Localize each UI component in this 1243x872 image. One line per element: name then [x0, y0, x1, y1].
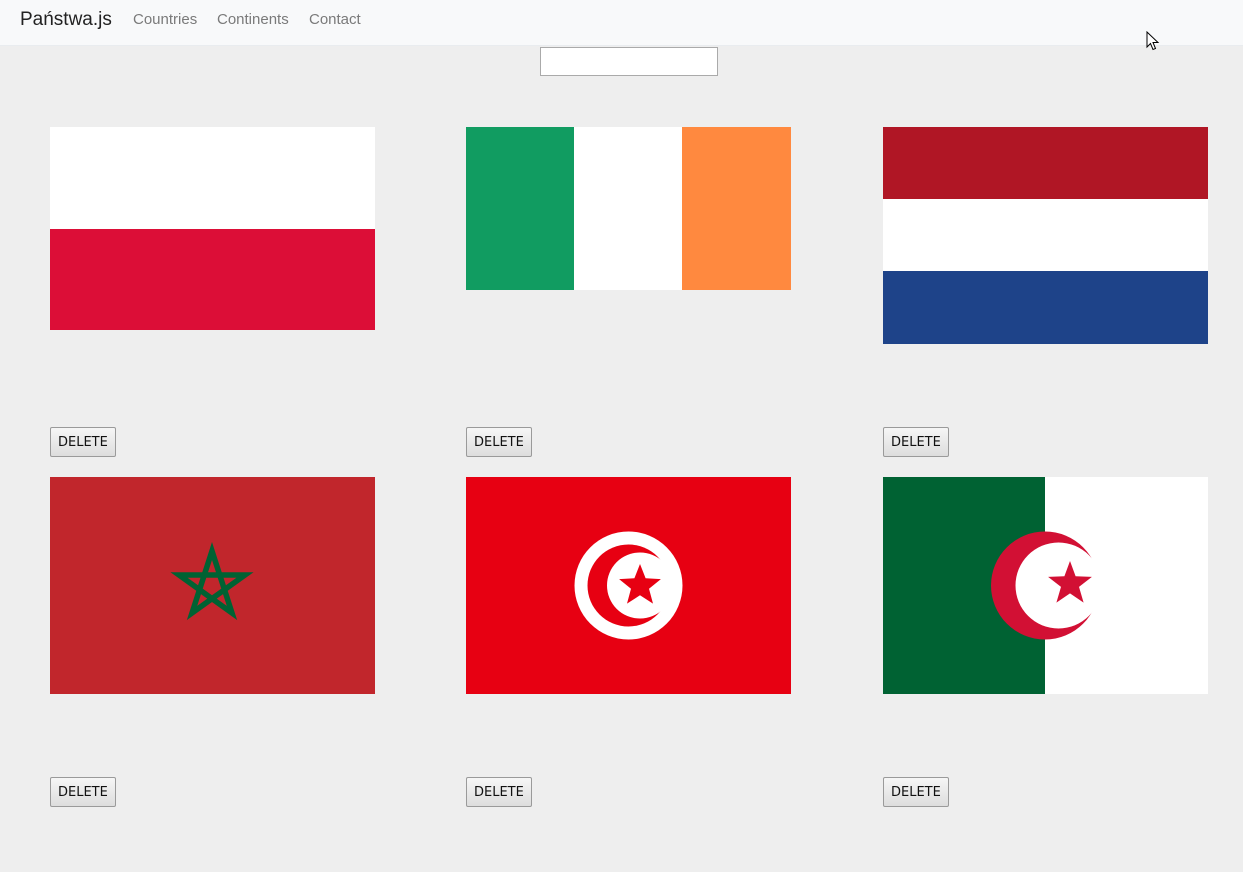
- delete-button-poland[interactable]: DELETE: [50, 427, 116, 457]
- algeria-flag: [883, 477, 1208, 694]
- search-input[interactable]: [540, 47, 718, 76]
- poland-flag: [50, 127, 375, 330]
- delete-button-tunisia[interactable]: DELETE: [466, 777, 532, 807]
- delete-button-netherlands[interactable]: DELETE: [883, 427, 949, 457]
- country-card-tunisia: [466, 477, 791, 694]
- brand-link[interactable]: Państwa.js: [20, 9, 112, 31]
- delete-button-morocco[interactable]: DELETE: [50, 777, 116, 807]
- country-card-netherlands: [883, 127, 1208, 344]
- netherlands-flag: [883, 127, 1208, 344]
- tunisia-flag: [466, 477, 791, 694]
- delete-button-algeria[interactable]: DELETE: [883, 777, 949, 807]
- morocco-flag: [50, 477, 375, 694]
- mouse-cursor-icon: [1146, 31, 1160, 51]
- country-card-ireland: [466, 127, 791, 290]
- country-card-morocco: [50, 477, 375, 694]
- ireland-flag: [466, 127, 791, 290]
- nav-link-countries[interactable]: Countries: [133, 11, 197, 28]
- country-card-poland: [50, 127, 375, 330]
- navbar: Państwa.js Countries Continents Contact: [0, 0, 1243, 46]
- delete-button-ireland[interactable]: DELETE: [466, 427, 532, 457]
- country-card-algeria: [883, 477, 1208, 694]
- nav-link-continents[interactable]: Continents: [217, 11, 289, 28]
- nav-link-contact[interactable]: Contact: [309, 11, 361, 28]
